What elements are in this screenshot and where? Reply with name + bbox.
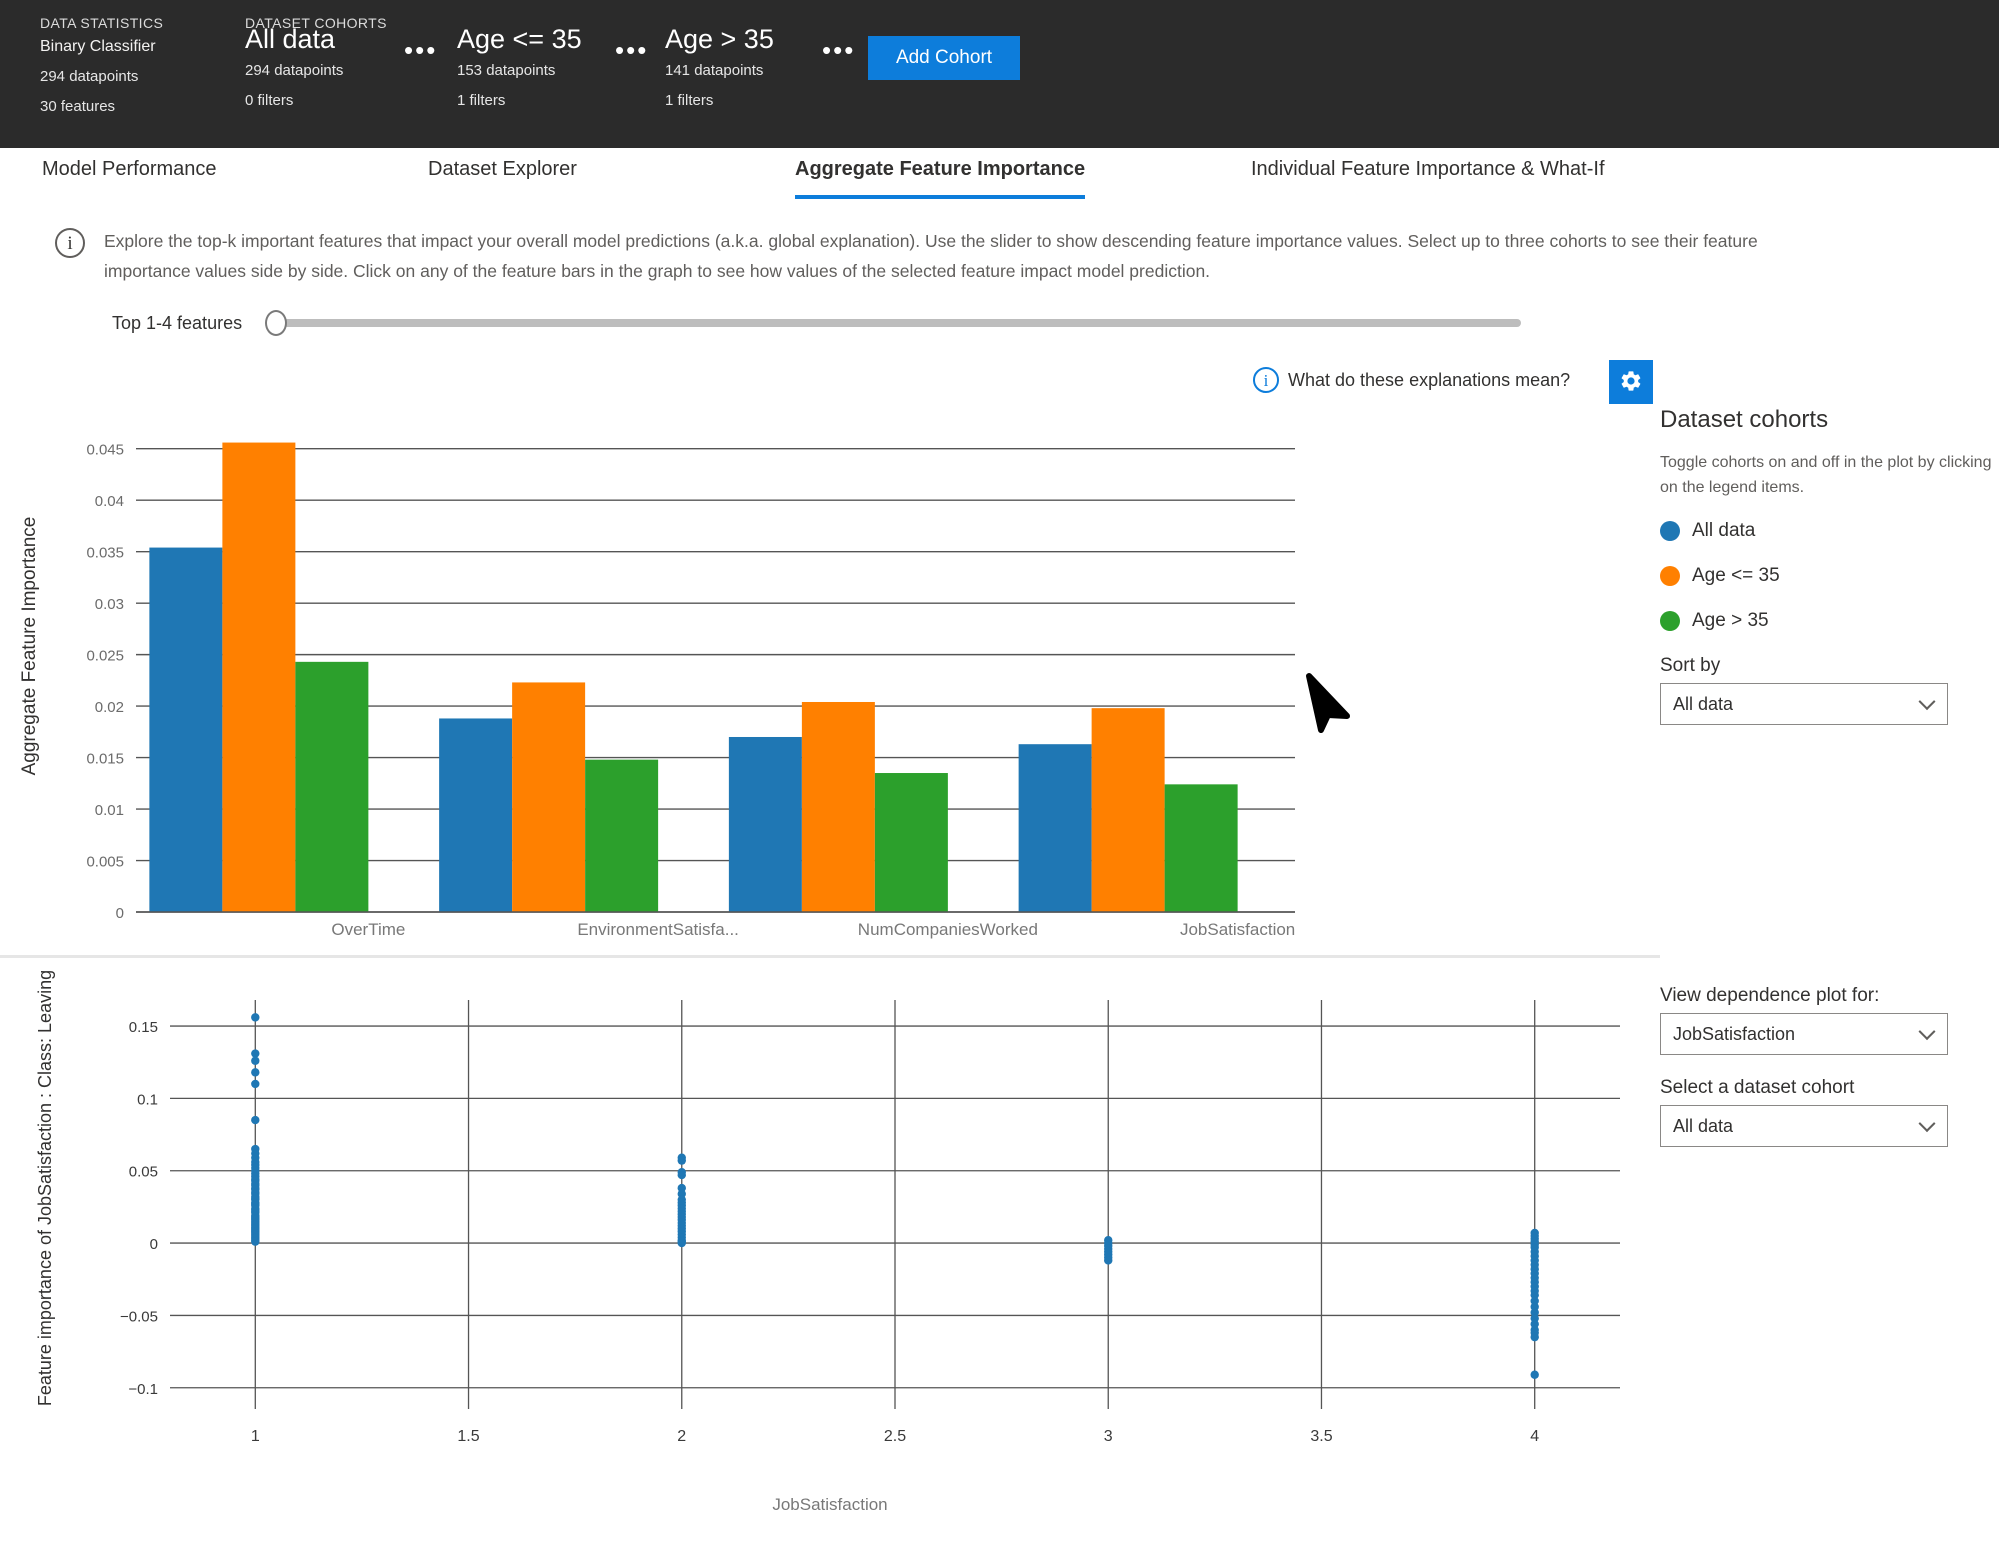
dependence-scatter-plot[interactable]: Feature importance of JobSatisfaction : … [0,985,1660,1485]
legend-item-all-data[interactable]: All data [1660,520,1999,542]
legend-color-swatch-icon [1660,521,1680,541]
cohort-datapoints: 294 datapoints [245,56,343,86]
top-k-slider-thumb[interactable] [265,310,287,336]
info-icon: i [55,228,85,258]
chart-settings-button[interactable] [1609,360,1653,404]
main-tab-bar: Model Performance Dataset Explorer Aggre… [0,148,1999,200]
cohort-age-gt-35-menu-button[interactable]: ••• [822,40,855,60]
model-type-label: Binary Classifier [40,32,163,62]
dependence-plot-label: View dependence plot for: [1660,985,1999,1007]
cohort-datapoints: 141 datapoints [665,56,774,86]
data-statistics-block: DATA STATISTICS Binary Classifier 294 da… [40,14,163,122]
cohort-filters: 0 filters [245,86,343,116]
svg-text:4: 4 [1530,1428,1539,1445]
cohort-name: Age > 35 [665,22,774,56]
top-k-slider-label: Top 1-4 features [112,313,242,334]
explanations-info-icon[interactable]: i [1253,367,1279,393]
legend-color-swatch-icon [1660,566,1680,586]
cohort-all-data[interactable]: All data 294 datapoints 0 filters [245,22,343,116]
svg-text:0.025: 0.025 [86,648,124,665]
legend-label: Age > 35 [1692,610,1769,632]
select-cohort-dropdown[interactable]: All data [1660,1105,1948,1147]
barchart-x-label-1: EnvironmentSatisfa... [558,920,758,940]
svg-text:1.5: 1.5 [457,1428,479,1445]
svg-text:0.15: 0.15 [129,1019,158,1036]
cohort-age-lte-35-menu-button[interactable]: ••• [615,40,648,60]
svg-text:0.1: 0.1 [137,1091,158,1108]
cohort-age-lte-35[interactable]: Age <= 35 153 datapoints 1 filters [457,22,582,116]
svg-text:2: 2 [677,1428,686,1445]
description-text: Explore the top-k important features tha… [104,226,1794,286]
svg-text:0.02: 0.02 [95,699,124,716]
dependence-feature-value: JobSatisfaction [1673,1024,1795,1045]
chevron-down-icon [1919,693,1936,710]
tab-aggregate-feature-importance[interactable]: Aggregate Feature Importance [795,158,1085,187]
cohort-datapoints: 153 datapoints [457,56,582,86]
barchart-svg[interactable]: 0 0.005 0.01 0.015 0.02 0.025 0.03 0.035 0.04 0.0… [0,415,1660,935]
svg-text:0.005: 0.005 [86,854,124,871]
aggregate-feature-importance-barchart[interactable]: Aggregate Feature Importance 00.0050.010… [0,415,1660,955]
select-cohort-label: Select a dataset cohort [1660,1077,1999,1099]
mouse-cursor-arrow [1295,672,1355,739]
chevron-down-icon [1919,1115,1936,1132]
svg-text:0.015: 0.015 [86,751,124,768]
svg-text:0.035: 0.035 [86,545,124,562]
sort-by-value: All data [1673,694,1733,715]
cohort-filters: 1 filters [457,86,582,116]
chevron-down-icon [1919,1023,1936,1040]
tab-dataset-explorer[interactable]: Dataset Explorer [428,158,577,187]
svg-text:−0.05: −0.05 [120,1308,158,1325]
svg-text:0: 0 [116,905,124,922]
svg-text:0.03: 0.03 [95,596,124,613]
data-statistics-caption: DATA STATISTICS [40,14,163,32]
scatter-x-axis-label: JobSatisfaction [0,1495,1660,1515]
svg-text:3.5: 3.5 [1310,1428,1332,1445]
gear-icon [1619,369,1643,393]
legend-item-age-gt-35[interactable]: Age > 35 [1660,610,1999,632]
svg-text:2.5: 2.5 [884,1428,906,1445]
legend-item-age-lte-35[interactable]: Age <= 35 [1660,565,1999,587]
svg-text:0.045: 0.045 [86,442,124,459]
sort-by-dropdown[interactable]: All data [1660,683,1948,725]
svg-text:0.01: 0.01 [95,802,124,819]
cohort-name: Age <= 35 [457,22,582,56]
cohort-age-gt-35[interactable]: Age > 35 141 datapoints 1 filters [665,22,774,116]
barchart-x-label-0: OverTime [268,920,468,940]
explanations-row: i What do these explanations mean? [0,358,1999,406]
scatter-svg[interactable]: −0.1 −0.05 0 0.05 0.1 0.15 1 1.5 2 2.5 3 3.5 4 [0,985,1660,1455]
dependence-feature-dropdown[interactable]: JobSatisfaction [1660,1013,1948,1055]
add-cohort-button[interactable]: Add Cohort [868,36,1020,80]
dataset-cohorts-panel: Dataset cohorts Toggle cohorts on and of… [1660,406,1999,747]
svg-text:−0.1: −0.1 [128,1381,158,1398]
dependence-plot-controls-panel: View dependence plot for: JobSatisfactio… [1660,985,1999,1169]
svg-text:0: 0 [150,1236,158,1253]
cohort-all-data-menu-button[interactable]: ••• [404,40,437,60]
cohort-name: All data [245,22,343,56]
svg-text:3: 3 [1104,1428,1113,1445]
select-cohort-value: All data [1673,1116,1733,1137]
svg-text:0.04: 0.04 [95,493,124,510]
tab-model-performance[interactable]: Model Performance [42,158,217,187]
panel-title: Dataset cohorts [1660,406,1999,434]
legend-label: Age <= 35 [1692,565,1780,587]
svg-text:0.05: 0.05 [129,1164,158,1181]
barchart-x-label-2: NumCompaniesWorked [848,920,1048,940]
top-k-slider-track[interactable] [283,319,1521,327]
top-header-bar: DATA STATISTICS Binary Classifier 294 da… [0,0,1999,148]
total-features-label: 30 features [40,92,163,122]
section-divider [0,955,1660,958]
total-datapoints-label: 294 datapoints [40,62,163,92]
cohort-filters: 1 filters [665,86,774,116]
panel-description: Toggle cohorts on and off in the plot by… [1660,450,1999,500]
legend-color-swatch-icon [1660,611,1680,631]
legend-label: All data [1692,520,1755,542]
barchart-x-label-3: JobSatisfaction [1138,920,1338,940]
explanations-link[interactable]: What do these explanations mean? [1288,370,1570,391]
svg-text:1: 1 [251,1428,260,1445]
sort-by-label: Sort by [1660,655,1999,677]
tab-individual-feature-importance-what-if[interactable]: Individual Feature Importance & What-If [1251,158,1605,187]
